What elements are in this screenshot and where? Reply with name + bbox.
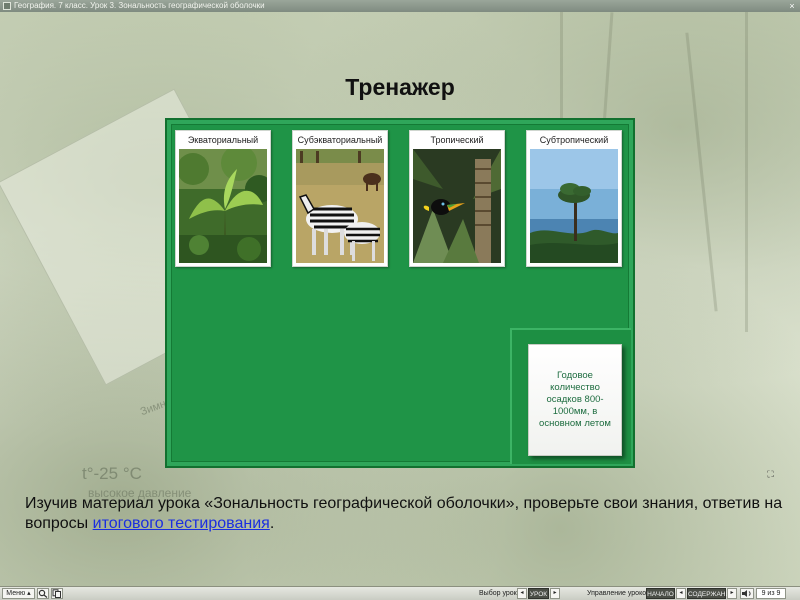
bottom-toolbar: Меню ▴ Выбор урока: ◂ УРОК ▸ Управление … bbox=[0, 586, 800, 600]
zone-card-label: Экваториальный bbox=[187, 135, 259, 145]
zone-card-tropical[interactable]: Тропический bbox=[409, 130, 505, 267]
zone-card-label: Субэкваториальный bbox=[297, 135, 383, 145]
search-icon[interactable] bbox=[37, 588, 49, 599]
app-icon bbox=[3, 2, 11, 10]
sound-icon[interactable] bbox=[740, 588, 754, 599]
page-indicator: 9 из 9 bbox=[756, 588, 786, 599]
savanna-zebras-image bbox=[296, 149, 384, 263]
window-title: География. 7 класс. Урок 3. Зональность … bbox=[14, 1, 265, 10]
final-test-link[interactable]: итогового тестирования bbox=[93, 515, 270, 532]
contents-button[interactable]: СОДЕРЖАНИЕ bbox=[687, 588, 735, 599]
copy-icon[interactable] bbox=[51, 588, 63, 599]
lesson-next-button[interactable]: ▸ bbox=[550, 588, 560, 599]
start-button[interactable]: НАЧАЛО bbox=[646, 588, 675, 599]
page-title: Тренажер bbox=[345, 74, 455, 100]
background-temperature: t°-25 °C bbox=[82, 464, 142, 483]
close-icon[interactable]: × bbox=[787, 0, 797, 12]
subtropical-pine-image bbox=[530, 149, 618, 263]
background-zone-word: Зимн bbox=[138, 397, 168, 419]
menu-button[interactable]: Меню ▴ bbox=[2, 588, 35, 599]
instruction-tail: . bbox=[269, 515, 275, 532]
contents-prev-button[interactable]: ◂ bbox=[676, 588, 686, 599]
zone-card-subtropical[interactable]: Субтропический bbox=[526, 130, 622, 267]
zone-card-equatorial[interactable]: Экваториальный bbox=[175, 130, 271, 267]
lesson-select[interactable]: УРОК bbox=[528, 588, 549, 599]
zone-card-label: Тропический bbox=[430, 135, 484, 145]
lesson-prev-button[interactable]: ◂ bbox=[517, 588, 527, 599]
lesson-control-label: Управление уроком: bbox=[587, 590, 653, 597]
contents-next-button[interactable]: ▸ bbox=[727, 588, 737, 599]
instruction-text: Изучив материал урока «Зональность геогр… bbox=[25, 494, 785, 534]
tropical-toucan-image bbox=[413, 149, 501, 263]
zone-card-subequatorial[interactable]: Субэкваториальный bbox=[292, 130, 388, 267]
fullscreen-icon[interactable]: ⛶ bbox=[766, 470, 775, 479]
answer-card[interactable]: Годовое количество осадков 800-1000мм, в… bbox=[528, 344, 622, 456]
trainer-board: Экваториальный Субэкваториальный Тропиче… bbox=[165, 118, 635, 468]
equatorial-forest-image bbox=[179, 149, 267, 263]
title-bar: География. 7 класс. Урок 3. Зональность … bbox=[0, 0, 800, 12]
zone-card-label: Субтропический bbox=[539, 135, 609, 145]
